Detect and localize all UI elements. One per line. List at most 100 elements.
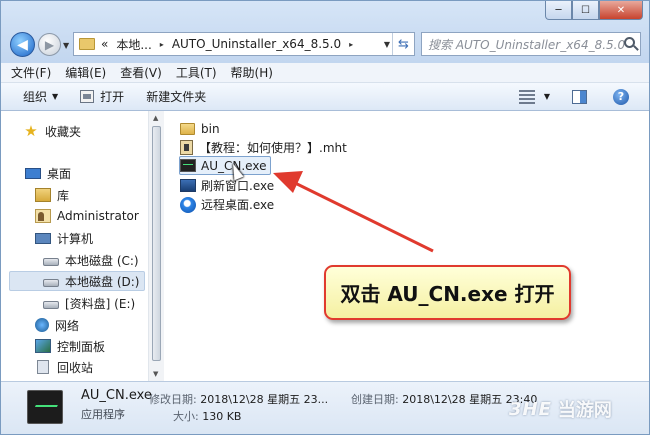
recycle-bin-icon (37, 360, 49, 374)
nav-network[interactable]: 网络 (35, 315, 79, 335)
back-button[interactable]: ◀ (10, 32, 35, 57)
modified-label: 修改日期: (149, 393, 197, 406)
navigation-scrollbar[interactable]: ▲ ▼ (148, 111, 164, 381)
desktop-icon (25, 167, 41, 179)
nav-computer[interactable]: 计算机 (35, 228, 93, 248)
control-panel-icon (35, 339, 51, 353)
toolbar-right: ▼ ? (518, 83, 649, 110)
watermark-text: 当游网 (557, 400, 612, 421)
open-icon (80, 90, 95, 103)
details-file-type: 应用程序 (81, 408, 125, 421)
nav-label: Administrator (57, 209, 139, 223)
forward-button[interactable]: ▶ (38, 33, 61, 56)
nav-recycle-bin[interactable]: 回收站 (35, 357, 93, 377)
exe-file-icon (180, 159, 196, 172)
explorer-window: ─ ☐ ✕ ◀ ▶ ▼ « 本地... ▸ AUTO_Uninstaller_x… (0, 0, 650, 435)
new-folder-button[interactable]: 新建文件夹 (146, 88, 206, 105)
open-button[interactable]: 打开 (80, 88, 124, 105)
new-folder-label: 新建文件夹 (146, 90, 207, 104)
navigation-pane: ★ 收藏夹 桌面 库 Administrator 计算机 本地磁盘 (C:) 本… (1, 111, 148, 381)
scrollbar-thumb[interactable] (152, 126, 161, 361)
nav-drive-c[interactable]: 本地磁盘 (C:) (43, 250, 139, 270)
folder-icon (79, 38, 95, 50)
details-size: 大小: 130 KB (173, 408, 241, 424)
address-separator-icon[interactable]: ▸ (349, 40, 353, 49)
nav-favorites[interactable]: ★ 收藏夹 (23, 121, 81, 141)
nav-label: 回收站 (57, 360, 94, 375)
file-item-tutorial[interactable]: 【教程：如何使用？】.mht (180, 138, 347, 157)
folder-icon (180, 122, 195, 135)
callout-text: 双击 AU_CN.exe 打开 (340, 282, 555, 306)
nav-label: 库 (57, 188, 70, 203)
search-box[interactable]: 搜索 AUTO_Uninstaller_x64_8.5.0 (421, 32, 641, 56)
modified-value: 2018\12\28 星期五 23... (200, 393, 329, 406)
file-name: bin (201, 121, 220, 136)
address-separator-icon[interactable]: ▸ (160, 40, 164, 49)
views-dropdown-icon[interactable]: ▼ (544, 92, 550, 101)
file-name: 【教程：如何使用？】.mht (199, 141, 347, 155)
nav-drive-d[interactable]: 本地磁盘 (D:) (9, 271, 145, 291)
nav-label: [资料盘] (E:) (65, 296, 136, 311)
chevron-down-icon: ▼ (52, 92, 59, 101)
computer-icon (35, 232, 51, 244)
nav-control-panel[interactable]: 控制面板 (35, 336, 105, 356)
help-icon[interactable]: ? (613, 88, 629, 105)
address-bar[interactable]: « 本地... ▸ AUTO_Uninstaller_x64_8.5.0 ▸ ▼… (73, 32, 415, 56)
recent-pages-dropdown[interactable]: ▼ (63, 41, 69, 50)
watermark-logo: 3HE (509, 398, 552, 420)
size-label: 大小: (173, 410, 199, 423)
refresh-button[interactable]: ⇆ (392, 33, 414, 55)
nav-desktop[interactable]: 桌面 (25, 163, 71, 183)
address-overflow-chevron[interactable]: « (101, 37, 108, 51)
refresh-app-icon (180, 179, 196, 192)
hard-drive-icon (43, 257, 59, 266)
nav-label: 控制面板 (57, 339, 106, 354)
file-item-remote-desktop[interactable]: 远程桌面.exe (180, 195, 274, 214)
search-icon[interactable] (624, 37, 635, 48)
views-icon[interactable] (518, 89, 535, 104)
file-name: 远程桌面.exe (201, 198, 275, 212)
close-button[interactable]: ✕ (599, 1, 643, 20)
details-file-name: AU_CN.exe (81, 388, 152, 403)
menu-tools[interactable]: 工具(T) (176, 64, 217, 81)
nav-label: 本地磁盘 (C:) (65, 253, 139, 268)
nav-label: 计算机 (57, 231, 94, 246)
file-item-refresh-window[interactable]: 刷新窗口.exe (180, 176, 274, 195)
maximize-button[interactable]: ☐ (572, 1, 599, 20)
nav-user[interactable]: Administrator (35, 206, 139, 226)
file-list: bin 【教程：如何使用？】.mht AU_CN.exe 刷新窗口.exe 远程… (164, 111, 649, 381)
nav-drive-e[interactable]: [资料盘] (E:) (43, 293, 135, 313)
organize-button[interactable]: 组织 ▼ (23, 88, 58, 105)
scroll-up-icon[interactable]: ▲ (153, 114, 158, 122)
mht-file-icon (180, 140, 193, 155)
address-segment-folder[interactable]: AUTO_Uninstaller_x64_8.5.0 (172, 37, 341, 51)
menu-bar: 文件(F) 编辑(E) 查看(V) 工具(T) 帮助(H) (1, 63, 649, 83)
hard-drive-icon (43, 278, 59, 287)
menu-file[interactable]: 文件(F) (11, 64, 51, 81)
details-modified: 修改日期: 2018\12\28 星期五 23... (149, 391, 328, 407)
file-item-au-cn[interactable]: AU_CN.exe (179, 156, 272, 175)
scroll-down-icon[interactable]: ▼ (153, 370, 158, 378)
organize-label: 组织 (23, 90, 48, 104)
nav-library[interactable]: 库 (35, 185, 69, 205)
file-item-bin[interactable]: bin (180, 119, 220, 138)
menu-help[interactable]: 帮助(H) (231, 64, 273, 81)
address-segment-local-disk[interactable]: 本地... (116, 36, 151, 53)
minimize-button[interactable]: ─ (545, 1, 572, 20)
preview-pane-icon[interactable] (572, 89, 587, 104)
nav-label: 桌面 (47, 166, 72, 181)
star-icon: ★ (24, 122, 38, 140)
size-value: 130 KB (202, 410, 242, 423)
open-label: 打开 (100, 90, 125, 104)
menu-view[interactable]: 查看(V) (120, 64, 162, 81)
library-icon (35, 188, 51, 202)
title-bar: ─ ☐ ✕ ◀ ▶ ▼ « 本地... ▸ AUTO_Uninstaller_x… (1, 1, 649, 63)
menu-edit[interactable]: 编辑(E) (65, 64, 106, 81)
created-label: 创建日期: (351, 393, 399, 406)
search-input[interactable]: 搜索 AUTO_Uninstaller_x64_8.5.0 (428, 36, 625, 53)
caption-buttons: ─ ☐ ✕ (545, 1, 643, 20)
remote-desktop-icon (180, 196, 196, 213)
user-folder-icon (35, 209, 51, 223)
address-dropdown-icon[interactable]: ▼ (384, 40, 390, 49)
site-watermark: 3HE 当游网 (509, 396, 612, 422)
